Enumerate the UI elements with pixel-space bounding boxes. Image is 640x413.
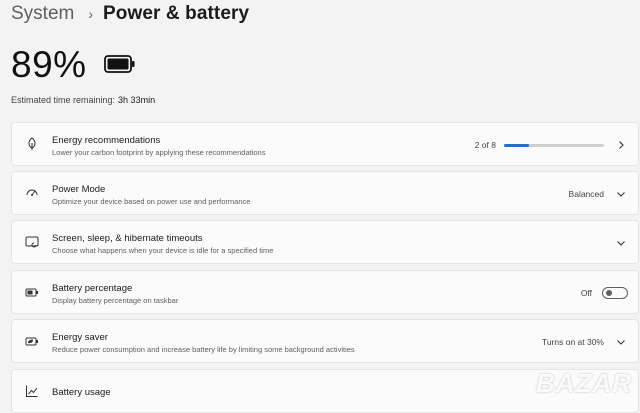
recommendations-progress-fill (504, 143, 529, 147)
chart-icon (25, 384, 39, 398)
leaf-icon (25, 137, 39, 151)
recommendations-progress-text: 2 of 8 (474, 140, 496, 150)
battery-usage-title: Battery usage (52, 387, 111, 398)
energy-saver-title: Energy saver (52, 332, 108, 343)
energy-saver-value: Turns on at 30% (541, 337, 604, 347)
battery-percentage-toggle[interactable] (602, 287, 628, 299)
power-mode-title: Power Mode (52, 184, 106, 195)
screen-sleep-card[interactable]: Screen, sleep, & hibernate timeouts Choo… (11, 220, 639, 264)
screen-sleep-subtitle: Choose what happens when your device is … (52, 246, 274, 255)
energy-saver-dropdown[interactable]: Turns on at 30% (542, 320, 626, 364)
energy-recommendations-card[interactable]: Energy recommendations Lower your carbon… (11, 122, 639, 166)
power-mode-icon (25, 186, 39, 200)
breadcrumb-system-link[interactable]: System (11, 3, 74, 25)
chevron-down-icon[interactable] (616, 189, 626, 199)
screen-sleep-expander[interactable] (604, 221, 626, 265)
energy-recommendations-subtitle: Lower your carbon footprint by applying … (52, 148, 266, 157)
power-mode-card[interactable]: Power Mode Optimize your device based on… (11, 171, 639, 215)
page-title: Power & battery (103, 3, 250, 24)
recommendations-progress-bar (504, 143, 604, 147)
power-mode-subtitle: Optimize your device based on power use … (52, 197, 251, 206)
energy-saver-subtitle: Reduce power consumption and increase ba… (52, 345, 355, 354)
energy-recommendations-title: Energy recommendations (52, 135, 161, 146)
chevron-right-icon[interactable] (616, 140, 626, 150)
energy-saver-icon (25, 334, 39, 348)
battery-percent: 89% (11, 44, 87, 85)
chevron-down-icon[interactable] (616, 238, 626, 248)
screen-sleep-icon (25, 235, 39, 249)
battery-percentage-title: Battery percentage (52, 283, 133, 294)
battery-percentage-toggle-label: Off (580, 288, 592, 298)
battery-icon (103, 54, 136, 78)
energy-recommendations-right: 2 of 8 (475, 123, 626, 167)
battery-percentage-subtitle: Display battery percentage on taskbar (52, 296, 179, 305)
energy-saver-card[interactable]: Energy saver Reduce power consumption an… (11, 319, 639, 363)
estimated-time: Estimated time remaining: 3h 33min (11, 95, 155, 105)
breadcrumb: System › Power & battery (11, 2, 249, 26)
power-mode-dropdown[interactable]: Balanced (569, 172, 626, 216)
battery-percentage-icon (25, 285, 39, 299)
watermark-logo: BAZAR (536, 368, 632, 398)
estimate-value: 3h 33min (118, 95, 156, 105)
battery-percentage-control: Off (581, 271, 628, 315)
power-mode-value: Balanced (568, 189, 604, 199)
battery-percentage-card: Battery percentage Display battery perce… (11, 270, 639, 314)
estimate-label: Estimated time remaining: (11, 95, 116, 105)
toggle-knob (606, 290, 612, 296)
breadcrumb-separator-icon: › (88, 6, 94, 22)
chevron-down-icon[interactable] (616, 337, 626, 347)
battery-summary: 89% (11, 44, 136, 86)
screen-sleep-title: Screen, sleep, & hibernate timeouts (52, 233, 203, 244)
